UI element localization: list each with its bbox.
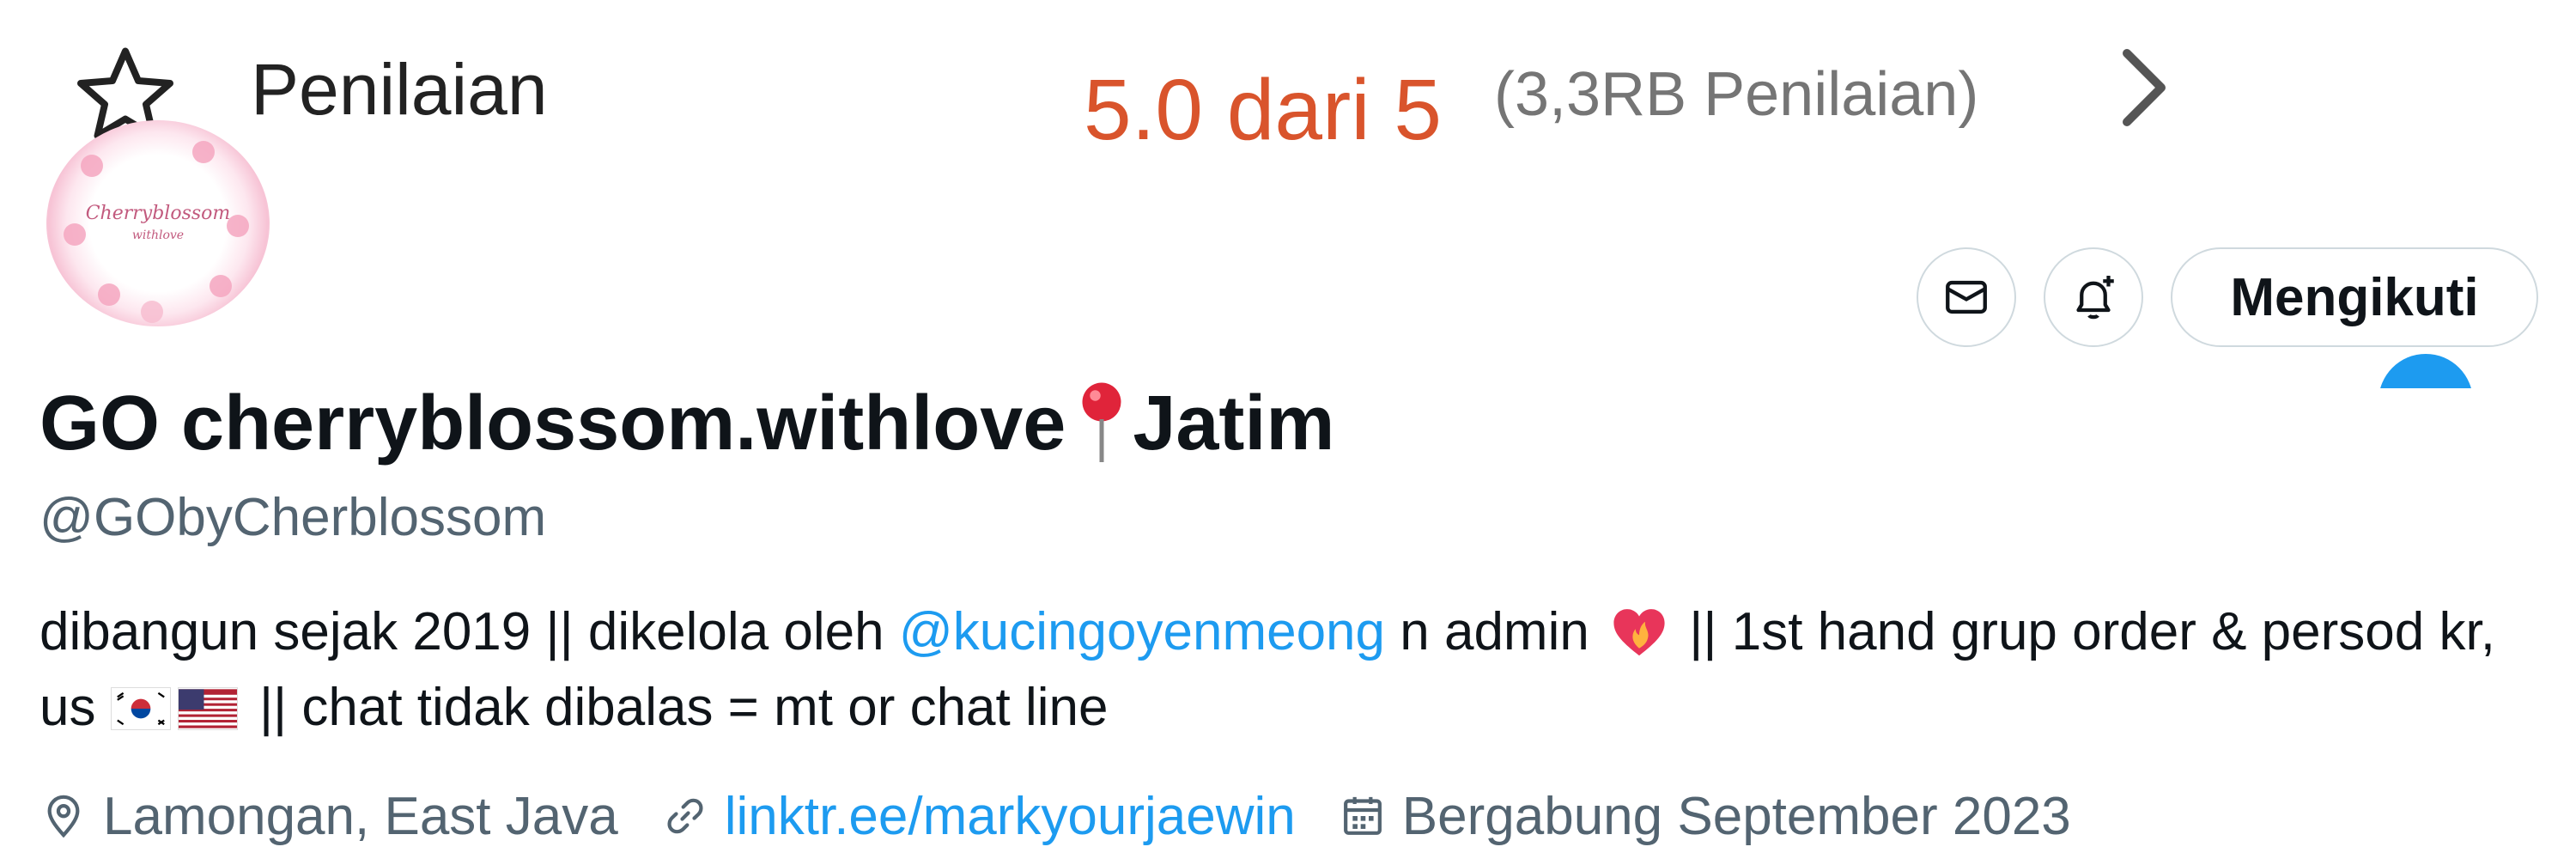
heart-fire-icon — [1613, 609, 1665, 656]
flag-korea-icon — [110, 687, 171, 730]
bio-text: n admin — [1385, 602, 1589, 661]
rating-label: Penilaian — [251, 49, 548, 130]
calendar-icon — [1343, 796, 1382, 835]
mail-icon — [1946, 280, 1987, 314]
chevron-right-icon[interactable] — [2114, 45, 2174, 131]
bio-mention-link[interactable]: @kucingoyenmeong — [899, 602, 1385, 661]
avatar-logo-text: Cherryblossom — [85, 203, 231, 224]
pin-icon — [1082, 382, 1121, 462]
avatar-logo-subtext: withlove — [131, 228, 185, 242]
message-button[interactable] — [1917, 247, 2016, 347]
avatar[interactable]: Cherryblossom withlove — [46, 120, 270, 326]
bio-text: dibangun sejak 2019 || dikelola oleh — [39, 602, 899, 661]
display-name-suffix: Jatim — [1133, 380, 1335, 466]
notification-button[interactable] — [2044, 247, 2143, 347]
website-link[interactable]: linktr.ee/markyourjaewin — [725, 786, 1296, 847]
bell-plus-icon — [2076, 276, 2114, 320]
display-name-row: GO cherryblossom.withlove Jatim — [39, 376, 1334, 471]
rating-count: (3,3RB Penilaian) — [1494, 60, 1979, 129]
floating-action-button[interactable] — [2379, 354, 2473, 388]
flag-us-icon — [177, 687, 238, 730]
joined-date: Bergabung September 2023 — [1401, 786, 2071, 846]
following-button[interactable]: Mengikuti — [2171, 247, 2538, 347]
profile-meta-row: Lamongan, East Java linktr.ee/markyourja… — [39, 782, 2071, 850]
rating-score: 5.0 dari 5 — [1084, 62, 1442, 158]
username-handle: @GObyCherblossom — [39, 488, 547, 547]
bio-text: || chat tidak dibalas = mt or chat line — [244, 678, 1109, 737]
bio: dibangun sejak 2019 || dikelola oleh @ku… — [39, 594, 2530, 746]
display-name: GO cherryblossom.withlove — [39, 380, 1066, 466]
location-icon — [47, 795, 80, 838]
location-text: Lamongan, East Java — [103, 786, 618, 846]
link-icon — [667, 798, 703, 834]
